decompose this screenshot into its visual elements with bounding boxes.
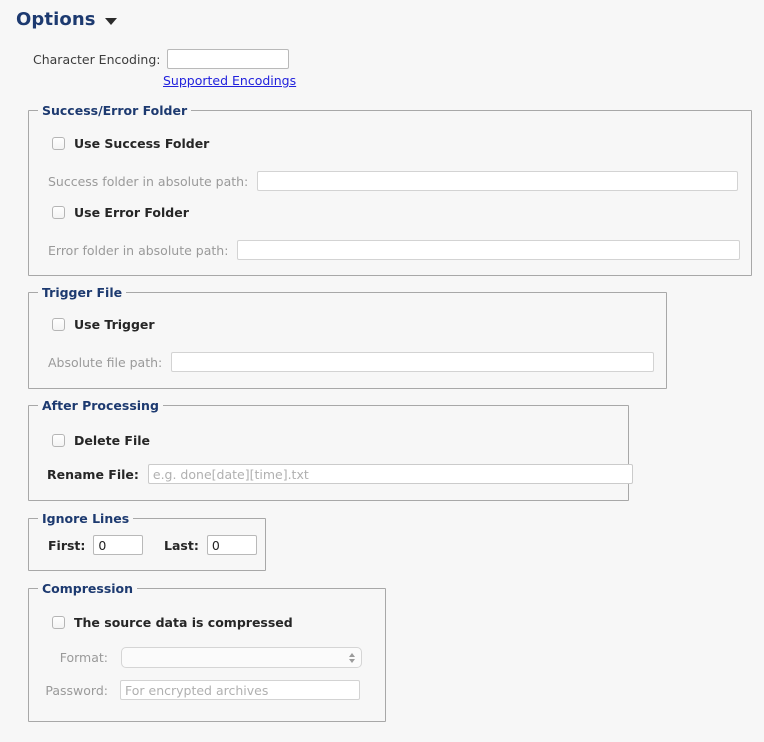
trigger-file-legend: Trigger File bbox=[38, 285, 127, 300]
delete-file-row[interactable]: Delete File bbox=[52, 433, 150, 448]
compression-format-label: Format: bbox=[59, 650, 108, 665]
character-encoding-row: Character Encoding: bbox=[33, 49, 289, 69]
delete-file-checkbox[interactable] bbox=[52, 434, 65, 447]
success-error-folder-legend: Success/Error Folder bbox=[38, 103, 192, 118]
source-compressed-checkbox[interactable] bbox=[52, 616, 65, 629]
ignore-last-row: Last: bbox=[164, 535, 257, 555]
source-compressed-row[interactable]: The source data is compressed bbox=[52, 615, 293, 630]
use-success-folder-checkbox[interactable] bbox=[52, 137, 65, 150]
success-path-row: Success folder in absolute path: bbox=[48, 171, 739, 191]
delete-file-label: Delete File bbox=[74, 433, 151, 448]
trigger-path-row: Absolute file path: bbox=[48, 352, 655, 372]
use-trigger-checkbox[interactable] bbox=[52, 318, 65, 331]
after-processing-legend: After Processing bbox=[38, 398, 163, 413]
ignore-last-label: Last: bbox=[164, 537, 199, 553]
rename-file-row: Rename File: bbox=[47, 464, 633, 484]
character-encoding-label: Character Encoding: bbox=[33, 51, 161, 67]
compression-password-label: Password: bbox=[45, 682, 108, 698]
compression-legend: Compression bbox=[38, 581, 138, 596]
success-error-folder-fieldset: Success/Error Folder Use Success Folder … bbox=[28, 103, 752, 276]
ignore-first-label: First: bbox=[48, 537, 86, 553]
ignore-first-row: First: bbox=[48, 535, 144, 555]
options-panel-header[interactable]: Options bbox=[16, 9, 117, 30]
chevron-down-icon[interactable] bbox=[104, 18, 117, 25]
trigger-path-label: Absolute file path: bbox=[48, 354, 163, 370]
use-trigger-label: Use Trigger bbox=[74, 317, 155, 332]
trigger-file-fieldset: Trigger File Use Trigger Absolute file p… bbox=[28, 285, 667, 389]
use-trigger-row[interactable]: Use Trigger bbox=[52, 317, 155, 332]
compression-password-input[interactable] bbox=[120, 680, 360, 700]
use-error-folder-row[interactable]: Use Error Folder bbox=[52, 205, 189, 220]
chevron-up-down-icon bbox=[349, 652, 355, 663]
error-path-label: Error folder in absolute path: bbox=[48, 242, 229, 258]
ignore-lines-fieldset: Ignore Lines First: Last: bbox=[28, 511, 266, 571]
compression-format-select[interactable] bbox=[121, 647, 362, 668]
character-encoding-input[interactable] bbox=[166, 49, 289, 69]
compression-fieldset: Compression The source data is compresse… bbox=[28, 581, 386, 722]
page-title: Options bbox=[16, 9, 96, 30]
success-path-label: Success folder in absolute path: bbox=[48, 173, 249, 189]
use-error-folder-label: Use Error Folder bbox=[74, 205, 189, 220]
ignore-first-input[interactable] bbox=[93, 535, 144, 555]
compression-password-row: Password: bbox=[45, 680, 360, 700]
rename-file-input[interactable] bbox=[147, 464, 633, 484]
trigger-path-input[interactable] bbox=[171, 352, 655, 372]
success-path-input[interactable] bbox=[257, 171, 739, 191]
use-success-folder-label: Use Success Folder bbox=[74, 136, 210, 151]
supported-encodings-row: Supported Encodings bbox=[163, 73, 296, 88]
use-success-folder-row[interactable]: Use Success Folder bbox=[52, 136, 209, 151]
ignore-lines-legend: Ignore Lines bbox=[38, 511, 134, 526]
error-path-input[interactable] bbox=[237, 240, 741, 260]
compression-format-row: Format: bbox=[45, 647, 362, 668]
ignore-last-input[interactable] bbox=[206, 535, 257, 555]
after-processing-fieldset: After Processing Delete File Rename File… bbox=[28, 398, 633, 501]
source-compressed-label: The source data is compressed bbox=[74, 615, 293, 630]
error-path-row: Error folder in absolute path: bbox=[48, 240, 741, 260]
use-error-folder-checkbox[interactable] bbox=[52, 206, 65, 219]
rename-file-label: Rename File: bbox=[47, 466, 139, 482]
supported-encodings-link[interactable]: Supported Encodings bbox=[163, 73, 296, 88]
